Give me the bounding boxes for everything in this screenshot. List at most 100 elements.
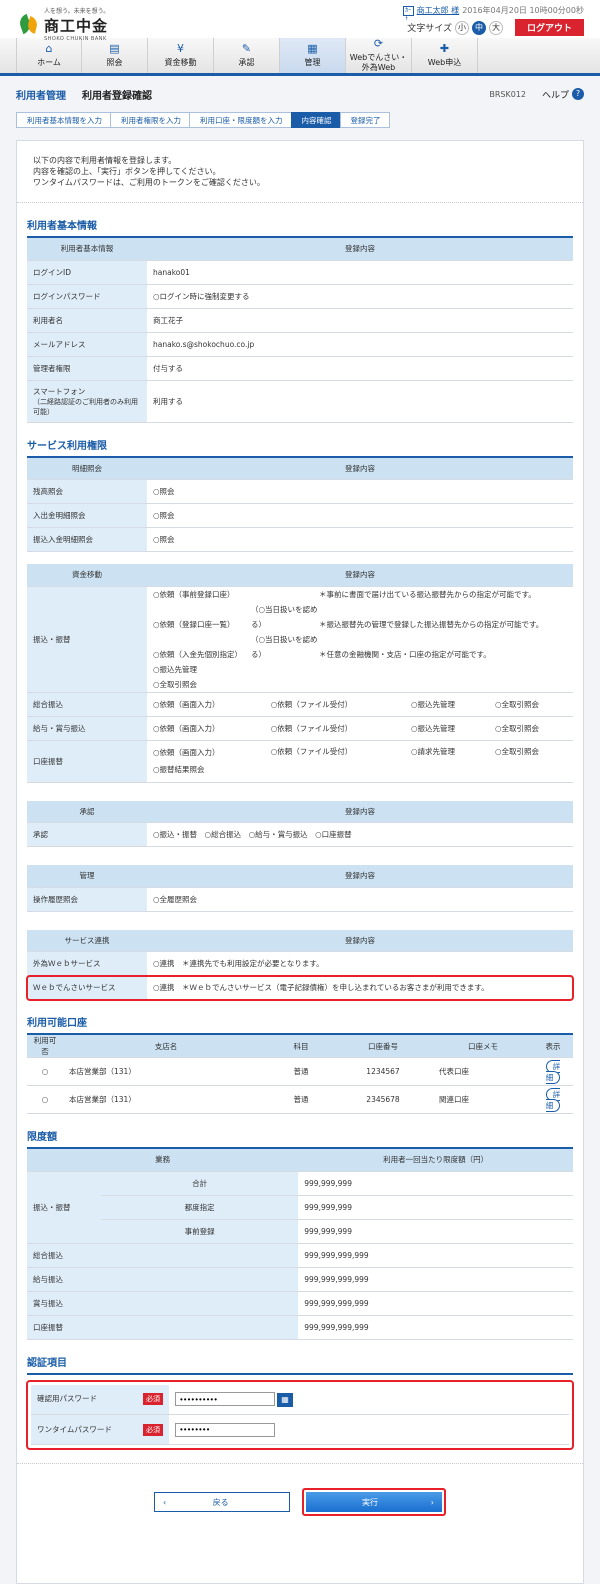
limits-table: 業務 利用者一回当たり限度額（円） 振込・振替 合計 999,999,999 都度指定… — [27, 1149, 573, 1340]
table-row: ○ 本店営業部（131） 普通 1234567 代表口座 詳細 — [27, 1057, 573, 1086]
home-icon: ⌂ — [45, 41, 53, 55]
otp-input[interactable] — [175, 1422, 275, 1437]
help-link[interactable]: ヘルプ? — [542, 88, 584, 101]
table-row: 振込入金明細照会 ○照会 — [27, 527, 573, 552]
table-row: ワンタイムパスワード 必須 — [31, 1414, 569, 1445]
otp-label: ワンタイムパスワード — [37, 1424, 112, 1434]
login-time: 2016年04月20日 10時00分00秒 — [462, 6, 584, 15]
table-row: 外為Ｗｅｂサービス ○連携 ＊連携先でも利用設定が必要となります。 — [27, 951, 573, 976]
divider — [17, 1463, 583, 1464]
transfer-icon: ¥ — [177, 41, 184, 55]
nav-funds-transfer[interactable]: ¥ 資金移動 — [148, 38, 214, 73]
user-name-link[interactable]: 商工太郎 様 — [417, 5, 460, 16]
manage-icon: ▦ — [307, 41, 318, 55]
accounts-section: 利用可能口座 利用可否 支店名 科目 口座番号 口座メモ 表示 ○ 本店営業部（… — [17, 1000, 583, 1114]
font-size-medium-button[interactable]: 中 — [471, 20, 486, 35]
nav-approval[interactable]: ✎ 承認 — [214, 38, 280, 73]
intro-message: 以下の内容で利用者情報を登録します。 内容を確認の上、「実行」ボタンを押してくだ… — [17, 141, 583, 203]
table-row: ○ 本店営業部（131） 普通 2345678 関連口座 詳細 — [27, 1085, 573, 1114]
table-row: 口座振替 999,999,999,999 — [27, 1315, 573, 1340]
action-buttons: ‹ 戻る 実行 › — [17, 1488, 583, 1516]
nav-web-apply[interactable]: ✚ Web申込 — [412, 38, 478, 73]
basic-info-title: 利用者基本情報 — [27, 203, 573, 238]
required-badge: 必須 — [143, 1393, 163, 1406]
progress-steps: 利用者基本情報を入力 利用者権限を入力 利用口座・限度額を入力 内容確認 登録完… — [16, 112, 584, 128]
table-row: ログインID hanako01 — [27, 260, 573, 285]
execute-button-highlight: 実行 › — [302, 1488, 446, 1516]
main-panel: 以下の内容で利用者情報を登録します。 内容を確認の上、「実行」ボタンを押してくだ… — [16, 140, 584, 1584]
table-row: 確認用パスワード 必須 ▦ — [31, 1384, 569, 1415]
user-info: ｶｰﾄﾞ 商工太郎 様 2016年04月20日 10時00分00秒 — [402, 5, 584, 22]
account-detail-button[interactable]: 詳細 — [545, 1059, 561, 1084]
table-row: 給与・賞与振込 ○依頼（画面入力） ○依頼（ファイル受付） ○振込先管理 ○全取引照会 — [27, 716, 573, 741]
table-row: 口座振替 ○依頼（画面入力） ○振替結果照会 ○依頼（ファイル受付） ○請求先管理 ○全取… — [27, 740, 573, 783]
inquiry-table: 明細照会 登録内容 残高照会 ○照会 入出金明細照会 ○照会 振込入金明細照会 ○照会 — [27, 457, 573, 552]
table-row: 事前登録 999,999,999 — [27, 1219, 573, 1244]
service-link-table: サービス連携 登録内容 外為Ｗｅｂサービス ○連携 ＊連携先でも利用設定が必要となり… — [26, 929, 574, 1001]
basic-info-table: 利用者基本情報 登録内容 ログインID hanako01 ログインパスワード ○ログイ… — [27, 238, 573, 423]
accounts-title: 利用可能口座 — [27, 1000, 573, 1035]
execute-button[interactable]: 実行 › — [306, 1492, 442, 1512]
basic-info-section: 利用者基本情報 利用者基本情報 登録内容 ログインID hanako01 ログインパ… — [17, 203, 583, 423]
chevron-right-icon: › — [430, 1497, 434, 1507]
required-badge: 必須 — [143, 1423, 163, 1436]
logo-tagline: 人を想う。未来を想う。 — [44, 8, 110, 15]
nav-inquiry[interactable]: ▤ 照会 — [82, 38, 148, 73]
logo-en: SHOKO CHUKIN BANK — [44, 36, 107, 42]
limits-section: 限度額 業務 利用者一回当たり限度額（円） 振込・振替 合計 999,999,999 … — [17, 1114, 583, 1340]
table-row: 管理者権限 付与する — [27, 356, 573, 381]
approval-table: 承認 登録内容 承認 ○振込・振替 ○総合振込 ○給与・賞与振込 ○口座振替 — [27, 800, 573, 847]
web-icon: ⟳ — [373, 36, 384, 50]
table-row: 利用者名 商工花子 — [27, 308, 573, 333]
leaf-logo-icon — [17, 13, 40, 35]
table-row: 承認 ○振込・振替 ○総合振込 ○給与・賞与振込 ○口座振替 — [27, 822, 573, 847]
table-row: メールアドレス hanako.s@shokochuo.co.jp — [27, 332, 573, 357]
software-keyboard-icon[interactable]: ▦ — [277, 1392, 293, 1407]
screen-id: BRSK012 — [489, 89, 526, 99]
table-row: 都度指定 999,999,999 — [27, 1195, 573, 1220]
step-complete: 登録完了 — [339, 112, 390, 128]
page-title: 利用者登録確認 — [82, 90, 152, 102]
section-label: 利用者管理 — [16, 90, 66, 102]
funds-table: 資金移動 登録内容 振込・振替 ○依頼（事前登録口座） ＊事前に書面で届け出ている振… — [27, 564, 573, 783]
table-row: 入出金明細照会 ○照会 — [27, 503, 573, 528]
step-accounts-limits: 利用口座・限度額を入力 — [189, 112, 292, 128]
confirm-password-input[interactable] — [175, 1392, 275, 1406]
table-row: 振込・振替 合計 999,999,999 — [27, 1171, 573, 1244]
nav-web-densai[interactable]: ⟳ Webでんさい・ 外為Web — [346, 38, 412, 73]
table-row: 総合振込 ○依頼（画面入力） ○依頼（ファイル受付） ○振込先管理 ○全取引照会 — [27, 692, 573, 717]
table-row: 操作履歴照会 ○全履歴照会 — [27, 887, 573, 912]
font-size-label: 文字サイズ — [407, 24, 452, 34]
nav-home[interactable]: ⌂ ホーム — [16, 38, 82, 73]
account-detail-button[interactable]: 詳細 — [545, 1087, 561, 1112]
logo-name: 商工中金 — [44, 17, 109, 35]
header: 人を想う。未来を想う。 商工中金 SHOKO CHUKIN BANK ｶｰﾄﾞ … — [0, 0, 600, 42]
table-row: 総合振込 999,999,999,999 — [27, 1243, 573, 1268]
table-row: 残高照会 ○照会 — [27, 479, 573, 504]
help-icon: ? — [572, 88, 584, 100]
table-row: ログインパスワード ○ログイン時に強制変更する — [27, 284, 573, 309]
accounts-table: 利用可否 支店名 科目 口座番号 口座メモ 表示 ○ 本店営業部（131） 普通… — [27, 1035, 573, 1114]
logout-button[interactable]: ログアウト — [514, 19, 584, 36]
back-button[interactable]: ‹ 戻る — [154, 1492, 290, 1512]
web-densai-row-highlighted: Ｗｅｂでんさいサービス ○連携 ＊Ｗｅｂでんさいサービス（電子記録債権）を申し込ま… — [26, 974, 574, 1001]
service-permissions-title: サービス利用権限 — [27, 423, 573, 458]
font-size-control: 文字サイズ 小 中 大 ログアウト — [407, 19, 584, 36]
nav-management[interactable]: ▦ 管理 — [280, 38, 346, 73]
auth-title: 認証項目 — [27, 1340, 573, 1375]
font-size-large-button[interactable]: 大 — [488, 20, 503, 35]
bank-logo[interactable]: 人を想う。未来を想う。 商工中金 SHOKO CHUKIN BANK — [17, 6, 110, 42]
auth-table: 確認用パスワード必須 ▦ ワンタイムパスワード 必須 — [31, 1384, 569, 1445]
table-row: 給与振込 999,999,999,999 — [27, 1267, 573, 1292]
table-row: 振込・振替 ○依頼（事前登録口座） ＊事前に書面で届け出ている振込振替先からの指定… — [27, 586, 573, 693]
step-confirm: 内容確認 — [290, 112, 341, 128]
approve-icon: ✎ — [241, 41, 252, 55]
title-bar: 利用者管理 利用者登録確認 BRSK012 ヘルプ? — [0, 76, 600, 112]
limits-title: 限度額 — [27, 1114, 573, 1149]
chevron-left-icon: ‹ — [163, 1497, 167, 1507]
auth-section: 認証項目 確認用パスワード必須 ▦ ワンタイムパスワード 必須 — [17, 1340, 583, 1450]
font-size-small-button[interactable]: 小 — [454, 20, 469, 35]
apply-icon: ✚ — [439, 41, 450, 55]
document-icon: ▤ — [109, 41, 120, 55]
step-permissions: 利用者権限を入力 — [110, 112, 190, 128]
